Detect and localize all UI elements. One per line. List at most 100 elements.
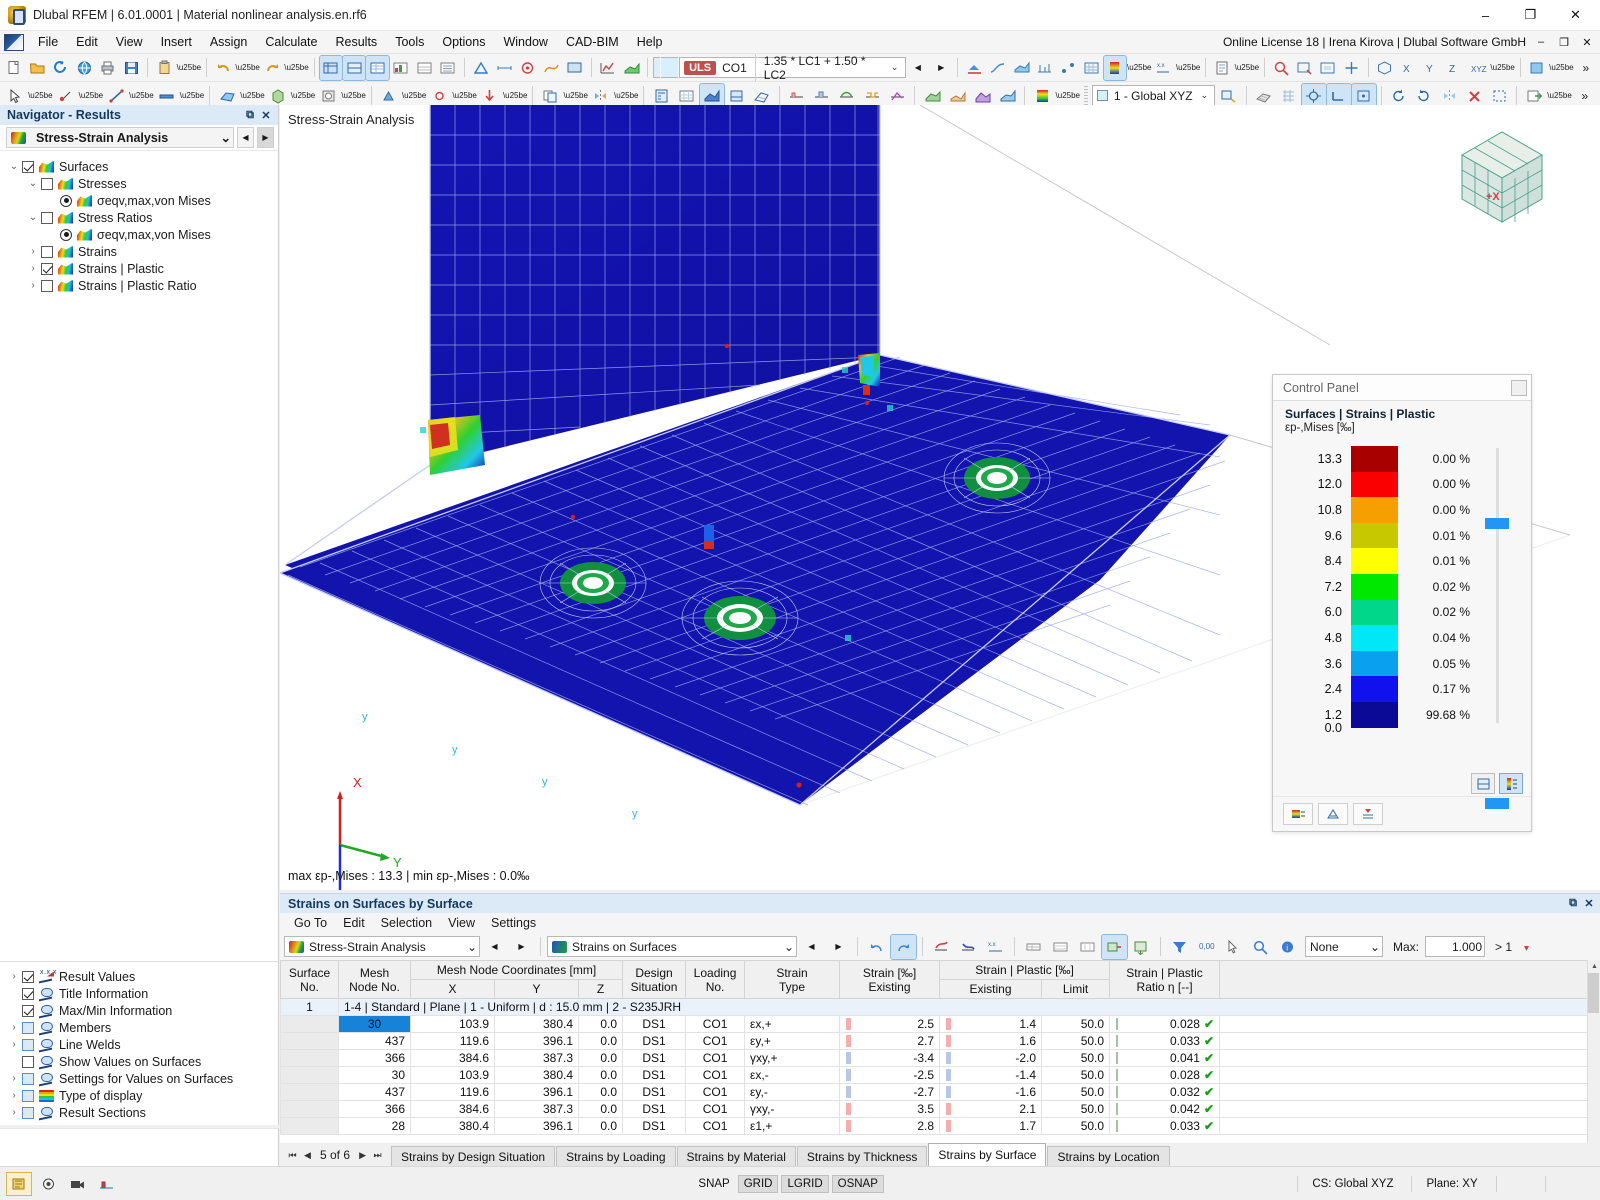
- cell-design-situation[interactable]: DS1: [622, 1117, 687, 1135]
- tree-checkbox[interactable]: [41, 211, 53, 224]
- select-dropdown-icon[interactable]: \u25be: [28, 84, 52, 108]
- tree-item[interactable]: › Strains | Plastic Ratio: [0, 277, 278, 294]
- hinge-tool-icon[interactable]: [427, 84, 451, 108]
- menu-help[interactable]: Help: [628, 32, 672, 52]
- coordinate-system-status[interactable]: CS: Global XYZ: [1297, 1175, 1411, 1192]
- node-tool-icon[interactable]: [54, 84, 78, 108]
- zoom-window-icon[interactable]: [1293, 56, 1315, 80]
- surface-result-3-icon[interactable]: [970, 84, 994, 108]
- pan-icon[interactable]: [1340, 56, 1362, 80]
- view-x-icon[interactable]: X: [1397, 56, 1419, 80]
- table-menu-settings[interactable]: Settings: [483, 914, 544, 932]
- view-results-icon[interactable]: [390, 56, 412, 80]
- color-legend[interactable]: 13.3 0.00 % 12.0 0.00 % 10.8 0.00 % 9.6 0.01 % 8…: [1273, 438, 1531, 809]
- table-row[interactable]: 437 119.6 396.1 0.0 DS1 CO1 εy,+ 2.7 1.6 50.0 0.03…: [280, 1032, 1600, 1050]
- cell-coord-y[interactable]: 387.3: [494, 1100, 579, 1118]
- navigator-next-button[interactable]: ▶: [257, 127, 274, 148]
- cell-strain-type[interactable]: εx,+: [744, 1015, 841, 1033]
- coordinate-system-combo[interactable]: 1 - Global XYZ ⌄: [1091, 85, 1216, 106]
- display-tree-item[interactable]: Max/Min Information: [0, 1002, 278, 1019]
- cell-plastic-existing[interactable]: 2.1: [939, 1100, 1043, 1118]
- cell-coord-y[interactable]: 396.1: [494, 1032, 579, 1050]
- open-file-icon[interactable]: [26, 56, 48, 80]
- legend-dropdown-icon[interactable]: \u25be: [1127, 56, 1151, 80]
- solid-tool-icon[interactable]: [266, 84, 290, 108]
- result-iso-icon[interactable]: [725, 84, 749, 108]
- table-menu-edit[interactable]: Edit: [335, 914, 373, 932]
- mdi-restore-button[interactable]: ❐: [1555, 34, 1573, 50]
- mirror-view-icon[interactable]: [1437, 84, 1461, 108]
- legend-color-swatch[interactable]: [1351, 676, 1398, 702]
- tree-twisty[interactable]: ›: [25, 263, 41, 274]
- load-combination-combo[interactable]: ULS CO1 1.35 * LC1 + 1.50 * LC2 ⌄: [679, 53, 906, 82]
- cell-strain-existing[interactable]: 2.5: [839, 1015, 941, 1033]
- menu-tools[interactable]: Tools: [386, 32, 433, 52]
- th-strain-existing[interactable]: Strain [‰] Existing: [839, 960, 941, 999]
- view-y-icon[interactable]: Y: [1420, 56, 1442, 80]
- save-icon[interactable]: [120, 56, 142, 80]
- calculate-icon[interactable]: [649, 84, 673, 108]
- undo-dropdown-icon[interactable]: \u25be: [235, 56, 259, 80]
- display-tree-item[interactable]: › Result Sections: [0, 1104, 278, 1121]
- cell-coord-z[interactable]: 0.0: [577, 1032, 624, 1050]
- cell-coord-x[interactable]: 119.6: [410, 1032, 495, 1050]
- legend-row[interactable]: 7.2 0.02 %: [1273, 573, 1531, 600]
- chevron-down-icon[interactable]: ⌄: [1370, 940, 1380, 954]
- support-dropdown-icon[interactable]: \u25be: [402, 84, 426, 108]
- legend-color-swatch[interactable]: [1351, 650, 1398, 677]
- opening-tool-icon[interactable]: [316, 84, 340, 108]
- table-values-icon[interactable]: x.x: [983, 935, 1008, 959]
- tree-checkbox[interactable]: [22, 160, 34, 173]
- hide-results-icon[interactable]: [963, 56, 985, 80]
- cell-plastic-existing[interactable]: -2.0: [939, 1049, 1043, 1067]
- display-tree-item[interactable]: › x.x.x Result Values: [0, 968, 278, 985]
- display-tree-item[interactable]: › Members: [0, 1019, 278, 1036]
- results-tab[interactable]: Strains by Material: [676, 1146, 796, 1166]
- zoom-in-icon[interactable]: [1270, 56, 1292, 80]
- window-minimize-button[interactable]: –: [1463, 0, 1508, 31]
- cell-strain-type[interactable]: εx,-: [744, 1066, 841, 1084]
- menu-results[interactable]: Results: [327, 32, 387, 52]
- values-dropdown-icon[interactable]: \u25be: [1176, 56, 1200, 80]
- th-loading-no[interactable]: Loading No.: [685, 960, 746, 999]
- menu-edit[interactable]: Edit: [67, 32, 107, 52]
- values-icon[interactable]: x.x: [1152, 56, 1174, 80]
- tree-twisty[interactable]: ⌄: [25, 212, 41, 223]
- cell-loading-no[interactable]: CO1: [685, 1117, 746, 1135]
- show-surfaces-icon[interactable]: [1010, 56, 1032, 80]
- cell-ratio[interactable]: 0.041 ✔: [1109, 1049, 1221, 1067]
- navigator-prev-button[interactable]: ◀: [237, 127, 254, 148]
- cell-coord-z[interactable]: 0.0: [577, 1066, 624, 1084]
- cell-coord-z[interactable]: 0.0: [577, 1100, 624, 1118]
- cell-plastic-limit[interactable]: 50.0: [1041, 1100, 1111, 1118]
- cell-coord-z[interactable]: 0.0: [577, 1117, 624, 1135]
- cell-coord-z[interactable]: 0.0: [577, 1049, 624, 1067]
- table-close-button[interactable]: ✕: [1581, 896, 1597, 912]
- results-grid[interactable]: Surface No. Mesh Node No. Mesh Node Coordi…: [280, 960, 1600, 1135]
- table-highlight-icon[interactable]: [1101, 933, 1128, 960]
- pager-prev-button[interactable]: ◀: [301, 1150, 314, 1161]
- window-close-button[interactable]: ✕: [1553, 0, 1598, 31]
- tree-checkbox[interactable]: [41, 279, 53, 292]
- cell-coord-x[interactable]: 103.9: [410, 1015, 495, 1033]
- cell-plastic-limit[interactable]: 50.0: [1041, 1066, 1111, 1084]
- member-tool-icon[interactable]: [155, 84, 179, 108]
- cell-strain-existing[interactable]: -2.5: [839, 1066, 941, 1084]
- cell-strain-existing[interactable]: 2.7: [839, 1032, 941, 1050]
- navigator-close-button[interactable]: ✕: [258, 107, 274, 123]
- view-grid-icon[interactable]: [413, 56, 435, 80]
- cell-coord-y[interactable]: 387.3: [494, 1049, 579, 1067]
- menu-window[interactable]: Window: [494, 32, 556, 52]
- rainbow-scale-icon[interactable]: [1030, 84, 1054, 108]
- tree-checkbox[interactable]: [22, 970, 34, 983]
- tree-twisty[interactable]: ›: [6, 1090, 22, 1101]
- chevron-down-icon[interactable]: ⌄: [784, 940, 794, 954]
- cell-design-situation[interactable]: DS1: [622, 1066, 687, 1084]
- cell-strain-existing[interactable]: 3.5: [839, 1100, 941, 1118]
- cell-plastic-limit[interactable]: 50.0: [1041, 1117, 1111, 1135]
- cell-mesh-node-no[interactable]: 30: [338, 1066, 411, 1084]
- pager-first-button[interactable]: ⏮: [286, 1150, 299, 1161]
- beam-results4-icon[interactable]: [860, 84, 884, 108]
- table-select-icon[interactable]: [1221, 935, 1246, 959]
- load-combo-next-button[interactable]: ▶: [930, 56, 952, 80]
